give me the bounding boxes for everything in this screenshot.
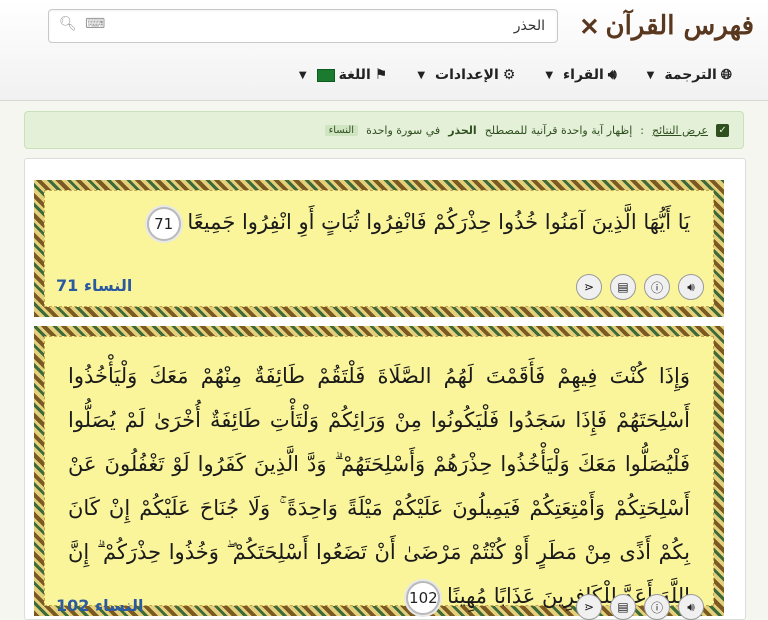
share-icon[interactable]: ⋖ <box>576 274 602 300</box>
brand[interactable]: فهرس القرآن ✕ <box>579 8 754 44</box>
ayah-number: 102 <box>406 580 441 615</box>
verse-reference[interactable]: النساء 102 <box>56 596 143 615</box>
surah-tag[interactable]: النساء <box>324 124 359 136</box>
menu-reciter[interactable]: 🔊︎ القراء ▼ <box>545 62 616 88</box>
verse-text-content: يَا أَيُّهَا الَّذِينَ آمَنُوا خُذُوا حِ… <box>187 210 690 234</box>
main-menu: 🌐︎ الترجمة ▼ 🔊︎ القراء ▼ ⚙ الإعدادات ▼ ⚑… <box>299 62 732 88</box>
audio-icon[interactable]: 🔊︎ <box>678 274 704 300</box>
verse-text-content: وَإِذَا كُنْتَ فِيهِمْ فَأَقَمْتَ لَهُمُ… <box>68 364 690 608</box>
menu-translation[interactable]: 🌐︎ الترجمة ▼ <box>647 62 732 88</box>
menu-translation-label: الترجمة <box>664 67 717 83</box>
caret-down-icon: ▼ <box>545 69 554 81</box>
saudi-flag-icon <box>316 68 335 82</box>
gear-icon: ⚙ <box>502 67 516 83</box>
pdf-icon[interactable]: ▤ <box>610 594 636 620</box>
share-icon[interactable]: ⋖ <box>576 594 602 620</box>
notice-phrase: إظهار آية واحدة قرآنية للمصطلح <box>484 123 633 137</box>
verse-actions: 🔊︎ ⓘ ▤ ⋖ <box>576 274 704 300</box>
menu-language[interactable]: ⚑ اللغة ▼ <box>299 62 387 88</box>
crossed-swords-icon: ✕ <box>579 11 600 41</box>
results-notice: ✓ عرض النتائج : إظهار آية واحدة قرآنية ل… <box>24 111 744 149</box>
caret-down-icon: ▼ <box>646 69 655 81</box>
search-icon[interactable]: 🔍︎ <box>59 16 77 32</box>
globe-icon: 🌐︎ <box>720 67 732 83</box>
info-icon[interactable]: ⓘ <box>644 274 670 300</box>
brand-title: فهرس القرآن <box>605 11 754 41</box>
flag-icon: ⚑ <box>374 67 388 83</box>
caret-down-icon: ▼ <box>298 69 307 81</box>
menu-settings[interactable]: ⚙ الإعدادات ▼ <box>417 62 515 88</box>
speaker-icon: 🔊︎ <box>607 67 617 83</box>
verse-card: وَإِذَا كُنْتَ فِيهِمْ فَأَقَمْتَ لَهُمُ… <box>34 326 724 620</box>
search-box: ⌨ 🔍︎ <box>48 9 558 43</box>
check-icon: ✓ <box>716 123 729 137</box>
show-results-link[interactable]: عرض النتائج <box>652 124 708 137</box>
search-input[interactable] <box>143 14 547 38</box>
notice-sep: : <box>640 123 644 137</box>
ayah-number: 71 <box>146 206 181 241</box>
menu-settings-label: الإعدادات <box>435 67 499 83</box>
audio-icon[interactable]: 🔊︎ <box>678 594 704 620</box>
verse-reference[interactable]: النساء 71 <box>56 276 132 295</box>
verse-actions: 🔊︎ ⓘ ▤ ⋖ <box>576 594 704 620</box>
top-header: فهرس القرآن ✕ ⌨ 🔍︎ 🌐︎ الترجمة ▼ 🔊︎ القرا… <box>0 0 768 101</box>
verse-card: يَا أَيُّهَا الَّذِينَ آمَنُوا خُذُوا حِ… <box>34 180 724 317</box>
caret-down-icon: ▼ <box>417 69 426 81</box>
pdf-icon[interactable]: ▤ <box>610 274 636 300</box>
verse-text: وَإِذَا كُنْتَ فِيهِمْ فَأَقَمْتَ لَهُمُ… <box>68 354 690 618</box>
menu-language-label: اللغة <box>338 67 371 83</box>
info-icon[interactable]: ⓘ <box>644 594 670 620</box>
keyboard-icon[interactable]: ⌨ <box>85 16 105 32</box>
verse-text: يَا أَيُّهَا الَّذِينَ آمَنُوا خُذُوا حِ… <box>68 200 690 244</box>
notice-phrase2: في سورة واحدة <box>366 123 441 137</box>
menu-reciter-label: القراء <box>563 67 604 83</box>
notice-term: الحذر <box>448 123 477 137</box>
